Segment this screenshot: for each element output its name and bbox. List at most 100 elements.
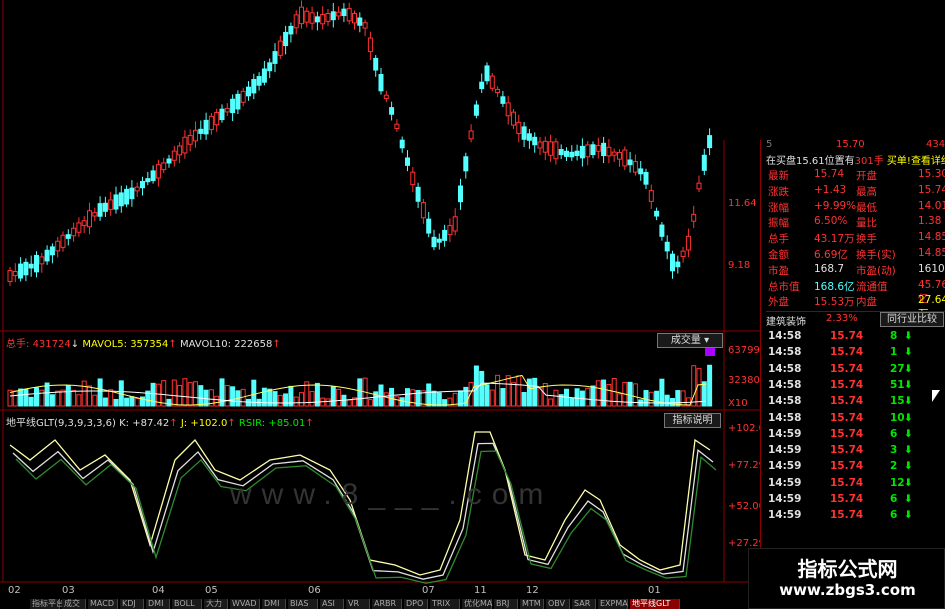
volume-bar	[701, 381, 707, 407]
volume-indicator-button[interactable]: 成交量 ▾	[657, 333, 723, 348]
tab-indicator[interactable]: BOLL	[172, 599, 202, 609]
tick-row: 14:59 15.74 3 ⬇	[768, 444, 945, 460]
tab-indicator[interactable]: VR	[346, 599, 370, 609]
tick-time: 14:58	[768, 378, 802, 391]
candlestick	[240, 90, 246, 103]
tab-indicator[interactable]: 大力	[204, 599, 228, 609]
tab-indicator[interactable]: DMI	[262, 599, 286, 609]
candlestick	[436, 238, 442, 243]
volume-bar	[230, 386, 236, 407]
tab-indicator[interactable]: MTM	[520, 599, 544, 609]
tab-indicator[interactable]: EXPMA	[598, 599, 628, 609]
volume-bar	[134, 398, 140, 407]
volume-bar	[484, 384, 490, 407]
candlestick	[484, 65, 490, 82]
indicator-help-button[interactable]: 指标说明	[664, 413, 721, 428]
volume-bar	[182, 378, 188, 407]
tick-price: 15.74	[830, 460, 864, 473]
quote-label: 金额	[768, 249, 789, 261]
volume-bar	[97, 378, 103, 407]
candlestick	[28, 263, 34, 269]
down-arrow-icon: ⬇	[904, 493, 913, 505]
down-arrow-icon: ⬇	[904, 362, 913, 375]
volume-bar	[336, 388, 342, 407]
candlestick	[611, 151, 617, 156]
tab-indicator[interactable]: 指标平台	[30, 599, 64, 609]
tab-indicator[interactable]: SAR	[572, 599, 596, 609]
tick-row: 14:58 15.74 27 ⬇	[768, 363, 945, 379]
quote-value: 14.01	[918, 199, 945, 212]
quote-label: 总市值	[768, 280, 800, 293]
candlestick	[664, 241, 670, 252]
candlestick	[405, 157, 410, 166]
tick-time: 14:59	[768, 460, 802, 473]
volume-axis-label: 63799	[728, 345, 760, 356]
quote-label: 市盈	[768, 264, 789, 277]
tick-row: 14:59 15.74 2 ⬇	[768, 460, 945, 476]
candlestick	[272, 51, 278, 64]
candlestick	[707, 135, 713, 149]
volume-bar	[81, 380, 87, 407]
candlestick	[622, 149, 628, 167]
quote-value: 1610	[918, 262, 945, 275]
volume-bar	[410, 389, 416, 407]
candlestick	[320, 13, 326, 25]
candlestick	[595, 145, 601, 152]
logo-url: www.zbgs3.com	[779, 581, 916, 599]
tab-indicator[interactable]: OBV	[546, 599, 570, 609]
tick-row: 14:58 15.74 10 ⬇	[768, 412, 945, 428]
quote-label: 外盘	[768, 296, 789, 309]
candlestick	[452, 216, 458, 232]
volume-bar	[44, 382, 50, 407]
quote-value: 6.69亿	[814, 249, 848, 261]
volume-bar	[293, 396, 299, 407]
quote-value: 168.6亿	[814, 280, 855, 293]
volume-bar	[18, 388, 24, 407]
candlestick	[293, 14, 299, 29]
tick-price: 15.74	[830, 411, 864, 424]
tab-indicator[interactable]: 成交	[62, 599, 86, 609]
down-arrow-icon: ⬇	[904, 411, 913, 424]
candlestick	[473, 104, 479, 116]
candlestick	[458, 185, 463, 203]
volume-bar	[436, 392, 442, 407]
candlestick	[39, 256, 45, 265]
volume-bar	[357, 378, 363, 407]
tab-indicator[interactable]: DPO	[404, 599, 428, 609]
volume-bar	[161, 380, 167, 407]
volume-bar	[675, 390, 681, 407]
candlestick	[383, 94, 389, 99]
tab-indicator[interactable]: ARBR	[372, 599, 402, 609]
date-axis-label: 03	[62, 585, 75, 596]
candlestick	[92, 212, 98, 217]
down-arrow-icon: ⬇	[904, 460, 913, 473]
tab-indicator[interactable]: KDJ	[120, 599, 144, 609]
tab-indicator[interactable]: ASI	[320, 599, 344, 609]
industry-compare-button[interactable]: 同行业比较	[880, 312, 944, 327]
candlestick	[675, 261, 681, 268]
tab-indicator[interactable]: TRIX	[430, 599, 460, 609]
tick-volume: 6	[890, 493, 898, 505]
indicator-header: 地平线GLT(9,3,9,3,3,6) K: +87.42↑ J: +102.0…	[6, 418, 314, 429]
volume-bar	[325, 398, 331, 407]
tab-indicator[interactable]: WVAD	[230, 599, 260, 609]
volume-bar	[495, 374, 501, 407]
tab-indicator[interactable]: DMI	[146, 599, 170, 609]
buy-order-alert[interactable]: 在买盘15.61位置有301手 买单!查看详细	[766, 152, 945, 167]
down-arrow-icon: ⬇	[904, 378, 913, 391]
quote-label: 换手(实)	[856, 249, 896, 261]
tab-indicator[interactable]: 优化MA	[462, 599, 492, 609]
date-axis-label: 12	[526, 585, 539, 596]
volume-bar	[479, 370, 485, 407]
tick-price: 15.74	[830, 395, 864, 408]
tab-indicator[interactable]: 地平线GLT	[630, 599, 680, 609]
volume-bar	[283, 393, 289, 407]
quote-top-c: 434	[926, 139, 945, 150]
candlestick	[431, 236, 437, 248]
tab-indicator[interactable]: BRJ	[494, 599, 518, 609]
quote-label: 流通值	[856, 280, 888, 293]
tab-indicator[interactable]: MACD	[88, 599, 118, 609]
candlestick	[81, 220, 87, 227]
quote-value: +9.99%	[814, 199, 857, 212]
tab-indicator[interactable]: BIAS	[288, 599, 318, 609]
